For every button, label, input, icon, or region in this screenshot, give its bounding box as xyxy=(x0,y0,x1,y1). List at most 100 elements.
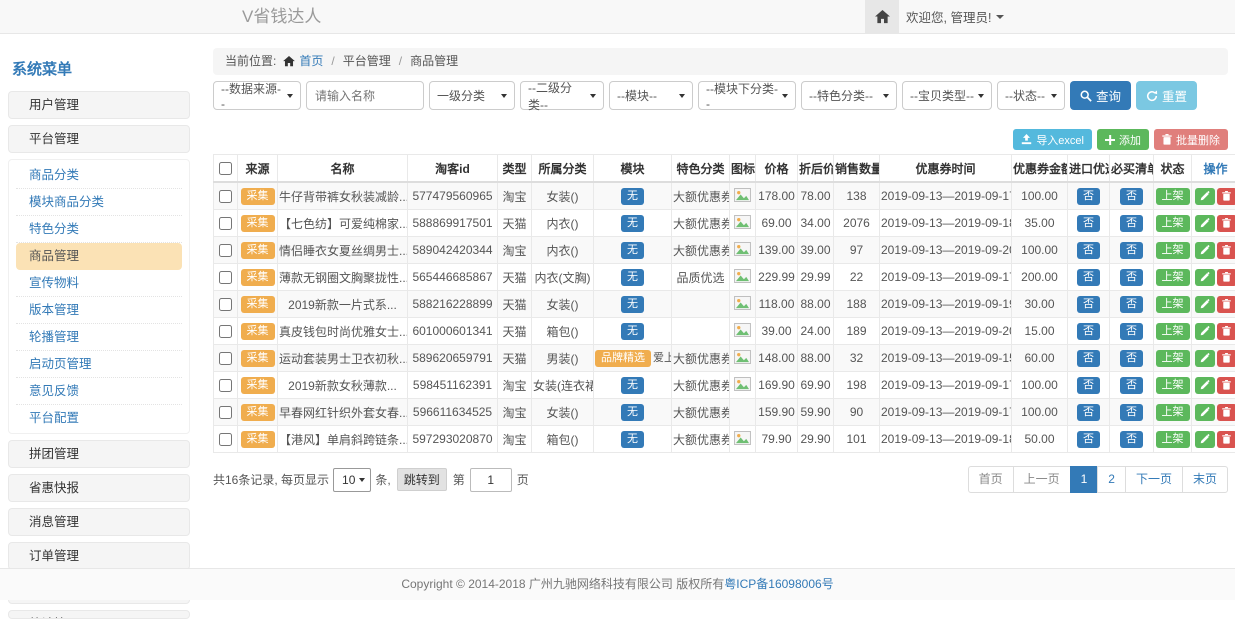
delete-button[interactable] xyxy=(1217,350,1235,367)
sidebar-item[interactable]: 轮播管理 xyxy=(16,324,182,351)
row-checkbox[interactable] xyxy=(219,298,232,311)
edit-button[interactable] xyxy=(1195,296,1215,313)
filter-select[interactable]: --特色分类-- xyxy=(801,81,897,110)
delete-button[interactable] xyxy=(1217,188,1235,205)
row-checkbox[interactable] xyxy=(219,271,232,284)
filter-select[interactable]: --状态-- xyxy=(997,81,1065,110)
user-menu[interactable]: 欢迎您, 管理员! xyxy=(906,0,1004,33)
home-button[interactable] xyxy=(865,0,899,33)
sidebar-item[interactable]: 宣传物料 xyxy=(16,270,182,297)
sidebar-item[interactable]: 模块商品分类 xyxy=(16,189,182,216)
no-badge[interactable]: 否 xyxy=(1077,269,1100,286)
sidebar-item[interactable]: 特色分类 xyxy=(16,216,182,243)
no-badge[interactable]: 否 xyxy=(1120,215,1143,232)
delete-button[interactable] xyxy=(1217,242,1235,259)
page-button[interactable]: 2 xyxy=(1097,466,1126,493)
no-badge[interactable]: 否 xyxy=(1077,431,1100,448)
no-badge[interactable]: 否 xyxy=(1077,296,1100,313)
edit-button[interactable] xyxy=(1195,188,1215,205)
row-checkbox[interactable] xyxy=(219,433,232,446)
edit-button[interactable] xyxy=(1195,350,1215,367)
sidebar-item[interactable]: 版本管理 xyxy=(16,297,182,324)
status-badge[interactable]: 上架 xyxy=(1156,377,1190,394)
jump-page-input[interactable] xyxy=(470,468,512,492)
row-checkbox[interactable] xyxy=(219,217,232,230)
reset-button[interactable]: 重置 xyxy=(1136,81,1197,110)
edit-button[interactable] xyxy=(1195,431,1215,448)
status-badge[interactable]: 上架 xyxy=(1156,242,1190,259)
search-button[interactable]: 查询 xyxy=(1070,81,1131,110)
row-checkbox[interactable] xyxy=(219,244,232,257)
status-badge[interactable]: 上架 xyxy=(1156,350,1190,367)
no-badge[interactable]: 否 xyxy=(1120,296,1143,313)
sidebar-item[interactable]: 用户管理 xyxy=(8,91,190,119)
filter-select[interactable]: --数据来源-- xyxy=(213,81,301,110)
delete-button[interactable] xyxy=(1217,215,1235,232)
no-badge[interactable]: 否 xyxy=(1077,377,1100,394)
no-badge[interactable]: 否 xyxy=(1077,404,1100,421)
no-badge[interactable]: 否 xyxy=(1077,215,1100,232)
edit-button[interactable] xyxy=(1195,404,1215,421)
edit-button[interactable] xyxy=(1195,269,1215,286)
status-badge[interactable]: 上架 xyxy=(1156,404,1190,421)
select-all-checkbox[interactable] xyxy=(219,162,232,175)
row-checkbox[interactable] xyxy=(219,325,232,338)
page-button[interactable]: 下一页 xyxy=(1125,466,1183,493)
status-badge[interactable]: 上架 xyxy=(1156,323,1190,340)
row-checkbox[interactable] xyxy=(219,190,232,203)
sidebar-item[interactable]: 平台管理 xyxy=(8,125,190,153)
status-badge[interactable]: 上架 xyxy=(1156,296,1190,313)
filter-select[interactable]: --二级分类-- xyxy=(520,81,604,110)
sidebar-item[interactable]: 商品管理 xyxy=(16,243,182,270)
batch-delete-button[interactable]: 批量删除 xyxy=(1154,129,1228,150)
no-badge[interactable]: 否 xyxy=(1077,323,1100,340)
name-search-input[interactable] xyxy=(306,81,424,110)
filter-select[interactable]: --模块下分类-- xyxy=(698,81,796,110)
delete-button[interactable] xyxy=(1217,404,1235,421)
no-badge[interactable]: 否 xyxy=(1120,242,1143,259)
no-badge[interactable]: 否 xyxy=(1120,377,1143,394)
filter-select[interactable]: --宝贝类型-- xyxy=(902,81,992,110)
status-badge[interactable]: 上架 xyxy=(1156,431,1190,448)
page-button[interactable]: 上一页 xyxy=(1013,466,1071,493)
edit-button[interactable] xyxy=(1195,215,1215,232)
row-checkbox[interactable] xyxy=(219,379,232,392)
jump-button[interactable]: 跳转到 xyxy=(397,468,447,491)
import-excel-button[interactable]: 导入excel xyxy=(1013,129,1092,150)
edit-button[interactable] xyxy=(1195,377,1215,394)
delete-button[interactable] xyxy=(1217,296,1235,313)
sidebar-item[interactable]: 意见反馈 xyxy=(16,378,182,405)
sidebar-item[interactable]: 拼团管理 xyxy=(8,440,190,468)
no-badge[interactable]: 否 xyxy=(1077,242,1100,259)
no-badge[interactable]: 否 xyxy=(1077,350,1100,367)
delete-button[interactable] xyxy=(1217,323,1235,340)
sidebar-item[interactable]: 商品分类 xyxy=(16,162,182,189)
status-badge[interactable]: 上架 xyxy=(1156,188,1190,205)
sidebar-item[interactable]: 省惠快报 xyxy=(8,474,190,502)
no-badge[interactable]: 否 xyxy=(1120,404,1143,421)
no-badge[interactable]: 否 xyxy=(1120,269,1143,286)
edit-button[interactable] xyxy=(1195,323,1215,340)
delete-button[interactable] xyxy=(1217,431,1235,448)
row-checkbox[interactable] xyxy=(219,406,232,419)
edit-button[interactable] xyxy=(1195,242,1215,259)
page-button[interactable]: 1 xyxy=(1070,466,1099,493)
add-button[interactable]: 添加 xyxy=(1097,129,1149,150)
sidebar-item[interactable]: 平台配置 xyxy=(16,405,182,431)
no-badge[interactable]: 否 xyxy=(1077,188,1100,205)
sidebar-item[interactable]: 启动页管理 xyxy=(16,351,182,378)
breadcrumb-home-link[interactable]: 首页 xyxy=(299,48,323,75)
page-button[interactable]: 末页 xyxy=(1182,466,1228,493)
icp-link[interactable]: 粤ICP备16098006号 xyxy=(724,577,833,591)
status-badge[interactable]: 上架 xyxy=(1156,215,1190,232)
page-button[interactable]: 首页 xyxy=(968,466,1014,493)
filter-select[interactable]: --模块-- xyxy=(609,81,693,110)
page-size-select[interactable]: 10 xyxy=(333,468,371,492)
no-badge[interactable]: 否 xyxy=(1120,323,1143,340)
no-badge[interactable]: 否 xyxy=(1120,431,1143,448)
sidebar-item[interactable]: 统计管理 xyxy=(8,610,190,619)
sidebar-item[interactable]: 订单管理 xyxy=(8,542,190,570)
filter-select[interactable]: 一级分类 xyxy=(429,81,515,110)
delete-button[interactable] xyxy=(1217,377,1235,394)
no-badge[interactable]: 否 xyxy=(1120,350,1143,367)
